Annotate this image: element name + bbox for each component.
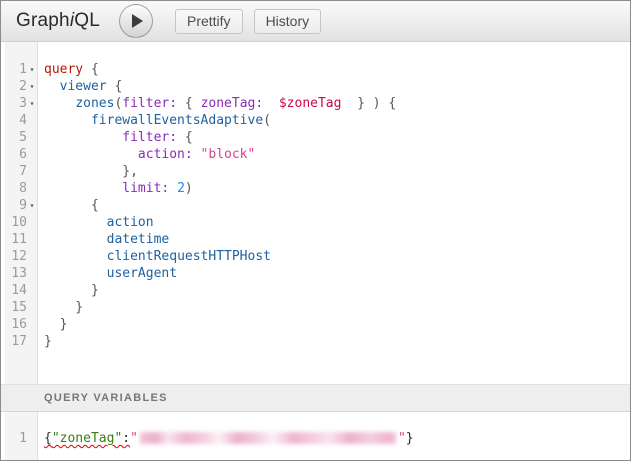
logo-text: Graph bbox=[16, 10, 70, 31]
fold-arrow-icon[interactable]: ▾ bbox=[27, 61, 37, 78]
code-line[interactable]: } bbox=[44, 282, 630, 299]
code-line[interactable]: zones(filter: { zoneTag: $zoneTag } ) { bbox=[44, 95, 630, 112]
fold-arrow-icon[interactable]: ▾ bbox=[27, 197, 37, 214]
code-line[interactable]: } bbox=[44, 333, 630, 350]
code-line[interactable]: }, bbox=[44, 163, 630, 180]
line-number: 7 bbox=[19, 163, 27, 180]
graphiql-window: GraphiQL Prettify History 1▾2▾3▾456789▾1… bbox=[0, 0, 631, 461]
variables-code-area[interactable]: {"zoneTag":""} bbox=[38, 412, 630, 460]
line-number: 4 bbox=[19, 112, 27, 129]
history-button[interactable]: History bbox=[254, 9, 322, 34]
line-number: 16 bbox=[11, 316, 27, 333]
code-line[interactable]: limit: 2) bbox=[44, 180, 630, 197]
query-variables-header[interactable]: QUERY VARIABLES bbox=[1, 384, 630, 412]
line-number: 8 bbox=[19, 180, 27, 197]
topbar: GraphiQL Prettify History bbox=[1, 1, 630, 42]
code-line[interactable]: } bbox=[44, 316, 630, 333]
code-line[interactable]: filter: { bbox=[44, 129, 630, 146]
line-number: 14 bbox=[11, 282, 27, 299]
line-number: 12 bbox=[11, 248, 27, 265]
execute-query-button[interactable] bbox=[119, 4, 153, 38]
variables-line-gutter: 1 bbox=[1, 412, 38, 460]
line-number: 9 bbox=[19, 197, 27, 214]
code-line[interactable]: viewer { bbox=[44, 78, 630, 95]
line-number: 6 bbox=[19, 146, 27, 163]
code-line[interactable]: clientRequestHTTPHost bbox=[44, 248, 630, 265]
play-icon bbox=[132, 14, 143, 28]
code-line[interactable]: datetime bbox=[44, 231, 630, 248]
line-number: 17 bbox=[11, 333, 27, 350]
line-number: 2 bbox=[19, 78, 27, 95]
query-code-area[interactable]: query { viewer { zones(filter: { zoneTag… bbox=[38, 42, 630, 384]
line-number: 1 bbox=[19, 61, 27, 78]
query-variables-title: QUERY VARIABLES bbox=[44, 392, 168, 404]
code-line[interactable]: action: "block" bbox=[44, 146, 630, 163]
query-line-gutter: 1▾2▾3▾456789▾1011121314151617 bbox=[1, 42, 38, 384]
variables-editor: 1 {"zoneTag":""} bbox=[1, 412, 630, 460]
code-line[interactable]: action bbox=[44, 214, 630, 231]
code-line[interactable]: query { bbox=[44, 61, 630, 78]
logo-text-ql: QL bbox=[74, 10, 100, 31]
line-number: 1 bbox=[19, 430, 27, 447]
query-editor: 1▾2▾3▾456789▾1011121314151617 query { vi… bbox=[1, 42, 630, 384]
redacted-value bbox=[140, 432, 396, 444]
line-number: 11 bbox=[11, 231, 27, 248]
code-line[interactable]: { bbox=[44, 197, 630, 214]
app-logo: GraphiQL bbox=[16, 10, 100, 32]
code-line[interactable]: firewallEventsAdaptive( bbox=[44, 112, 630, 129]
code-line[interactable]: } bbox=[44, 299, 630, 316]
line-number: 15 bbox=[11, 299, 27, 316]
line-number: 5 bbox=[19, 129, 27, 146]
prettify-button[interactable]: Prettify bbox=[175, 9, 243, 34]
code-line[interactable]: {"zoneTag":""} bbox=[44, 430, 630, 447]
line-number: 3 bbox=[19, 95, 27, 112]
fold-arrow-icon[interactable]: ▾ bbox=[27, 95, 37, 112]
line-number: 13 bbox=[11, 265, 27, 282]
line-number: 10 bbox=[11, 214, 27, 231]
fold-arrow-icon[interactable]: ▾ bbox=[27, 78, 37, 95]
code-line[interactable]: userAgent bbox=[44, 265, 630, 282]
